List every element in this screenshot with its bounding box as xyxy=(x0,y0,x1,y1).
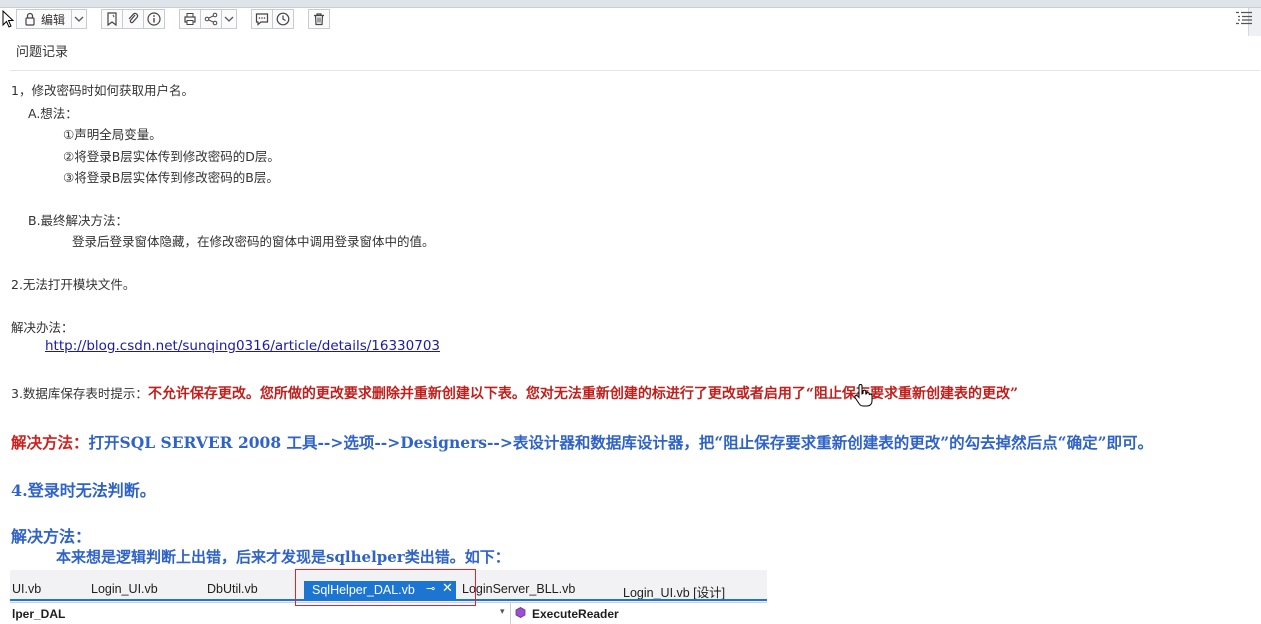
clock-icon xyxy=(276,12,290,26)
line-b-final: B.最终解决方法： xyxy=(28,213,129,228)
chevron-down-icon: ▾ xyxy=(500,607,505,617)
line-final-solution: 登录后登录窗体隐藏，在修改密码的窗体中调用登录窗体中的值。 xyxy=(72,234,435,249)
chevron-down-icon xyxy=(224,16,234,22)
note-title[interactable]: 问题记录 xyxy=(16,41,68,60)
highlight-box xyxy=(295,569,476,606)
hand-cursor-icon xyxy=(854,384,873,407)
line-solution-3: 解决方法：打开SQL SERVER 2008 工具-->选项-->Designe… xyxy=(11,431,1153,453)
line-q1: 1，修改密码时如何获取用户名。 xyxy=(11,83,194,98)
blog-link-line: http://blog.csdn.net/sunqing0316/article… xyxy=(45,338,440,354)
line-idea-2: ②将登录B层实体传到修改密码的D层。 xyxy=(63,149,280,164)
info-button[interactable] xyxy=(143,9,166,29)
outline-icon xyxy=(1236,11,1252,25)
vs-tab: Login_UI.vb xyxy=(91,582,158,596)
blog-link[interactable]: http://blog.csdn.net/sunqing0316/article… xyxy=(45,338,440,354)
comment-icon xyxy=(255,13,269,26)
vs-tab: LoginServer_BLL.vb xyxy=(462,582,576,596)
vs-nav-member: ExecuteReader xyxy=(532,607,619,621)
share-icon xyxy=(204,12,218,26)
method-icon xyxy=(515,607,526,618)
line-q3-error: 不允许保存更改。您所做的更改要求删除并重新创建以下表。您对无法重新创建的标进行了… xyxy=(147,386,1019,402)
comment-button[interactable] xyxy=(251,9,274,29)
line-a-idea: A.想法： xyxy=(28,106,78,121)
print-button[interactable] xyxy=(179,9,202,29)
note-toolbar: 编辑 xyxy=(16,7,331,31)
reminder-button[interactable] xyxy=(272,9,295,29)
chevron-down-icon xyxy=(74,16,84,22)
attachment-button[interactable] xyxy=(122,9,145,29)
line-q2: 2.无法打开模块文件。 xyxy=(11,277,136,292)
vs-nav-class: lper_DAL xyxy=(12,607,66,621)
edit-button[interactable]: 编辑 xyxy=(16,9,73,29)
line-solution-3-label: 解决方法： xyxy=(11,433,89,452)
info-icon xyxy=(147,12,161,26)
line-idea-1: ①声明全局变量。 xyxy=(63,127,162,142)
edit-label: 编辑 xyxy=(41,12,66,27)
share-button[interactable] xyxy=(200,9,223,29)
line-solution-label: 解决办法： xyxy=(11,320,74,335)
title-divider xyxy=(10,70,1260,71)
lock-icon xyxy=(25,12,35,26)
delete-button[interactable] xyxy=(308,9,331,29)
vs-nav-separator xyxy=(510,603,511,624)
mouse-cursor-icon xyxy=(2,10,15,28)
trash-icon xyxy=(314,13,325,26)
vs-tab: UI.vb xyxy=(12,582,42,596)
edit-dropdown-button[interactable] xyxy=(71,9,88,29)
line-idea-3: ③将登录B层实体传到修改密码的B层。 xyxy=(63,170,279,185)
line-solution-3-text: 打开SQL SERVER 2008 工具-->选项-->Designers-->… xyxy=(88,433,1154,452)
outline-button[interactable] xyxy=(1233,9,1255,27)
bookmark-icon xyxy=(107,12,117,26)
line-q3-prefix: 3.数据库保存表时提示： xyxy=(11,386,148,401)
line-q4: 4.登录时无法判断。 xyxy=(11,481,156,500)
attachment-icon xyxy=(128,12,139,24)
line-solution-4-text: 本来想是逻辑判断上出错，后来才发现是sqlhelper类出错。如下： xyxy=(56,548,510,566)
print-icon xyxy=(184,13,196,25)
bookmark-button[interactable] xyxy=(101,9,124,29)
line-solution-4-label: 解决方法： xyxy=(11,527,92,546)
vs-tab: DbUtil.vb xyxy=(207,582,258,596)
share-dropdown-button[interactable] xyxy=(221,9,238,29)
